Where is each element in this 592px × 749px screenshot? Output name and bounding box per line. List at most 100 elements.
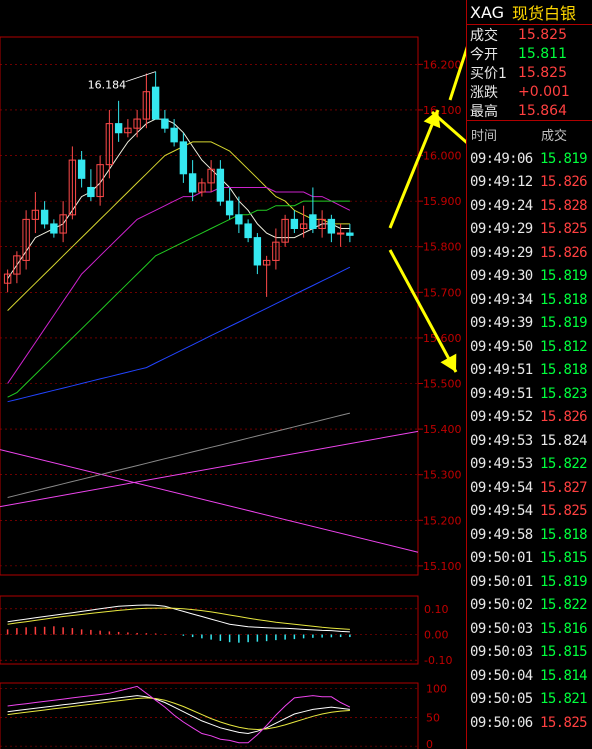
kdj-tick-label: 0 [426,738,433,749]
trade-row[interactable]: 09:49:52 15.826 [467,406,592,430]
candle-body [253,237,262,266]
candle-body [188,173,197,193]
candle-body [179,141,188,175]
trade-row[interactable]: 09:49:53 15.822 [467,453,592,477]
trade-row[interactable]: 09:49:50 15.812 [467,335,592,359]
kdj-j-line [7,685,351,744]
moving-average-line [7,200,350,398]
trade-row[interactable]: 09:50:01 15.819 [467,570,592,594]
trade-row[interactable]: 09:50:04 15.814 [467,664,592,688]
trade-time: 09:50:03 [470,644,533,661]
quote-label: 买价1 [470,65,507,82]
trade-row[interactable]: 09:49:29 15.825 [467,218,592,242]
time-column-label: 时间 [471,128,498,144]
trade-time: 09:50:02 [470,597,533,614]
trade-row[interactable]: 09:49:30 15.819 [467,265,592,289]
quote-value: 15.864 [518,102,567,119]
candle-body [309,214,317,229]
trade-row[interactable]: 09:49:39 15.819 [467,312,592,336]
kline-chart-area[interactable]: 16.200 16.100 16.000 15.900 15.800 15.700 15.6… [0,0,466,749]
quote-value: +0.001 [518,83,570,100]
quote-row: 买价1 15.825 [467,63,592,82]
trade-price: 15.819 [540,268,588,285]
trade-price: 15.814 [540,667,588,684]
trade-time: 09:49:39 [470,315,533,332]
main-tick-label: 15.700 [423,286,462,299]
candle-body [87,186,95,198]
trade-time: 09:49:29 [470,244,533,261]
trade-time: 09:49:53 [470,432,533,449]
trade-time: 09:50:04 [470,667,533,684]
main-tick-label: 16.000 [423,150,462,163]
main-tick-label: 15.400 [423,423,462,436]
trade-price: 15.826 [540,409,588,426]
symbol-code: XAG [470,2,505,22]
high-annotation-leader [125,71,156,83]
main-tick-label: 15.200 [423,514,462,527]
trade-time: 09:49:30 [470,268,533,285]
candle-body [170,127,178,143]
trade-row[interactable]: 09:49:54 15.825 [467,500,592,524]
quote-value: 15.825 [518,26,567,43]
trade-row[interactable]: 09:50:06 15.825 [467,711,592,735]
trade-row[interactable]: 09:49:12 15.826 [467,171,592,195]
quote-label: 最高 [470,103,498,120]
main-tick-label: 16.200 [423,58,462,71]
trade-row[interactable]: 09:50:01 15.815 [467,547,592,571]
trade-time: 09:49:06 [470,150,533,167]
trade-time: 09:49:54 [470,479,533,496]
quote-label: 今开 [470,46,498,63]
candle-body [225,200,234,216]
price-column-label: 成交 [541,128,568,144]
trade-price: 15.821 [540,691,588,708]
moving-average-line [7,187,351,384]
macd-tick-label: 0.10 [424,603,449,616]
trade-row[interactable]: 09:50:03 15.816 [467,617,592,641]
trade-price: 15.828 [540,197,588,214]
trade-price: 15.815 [540,550,588,567]
trade-row[interactable]: 09:49:34 15.818 [467,288,592,312]
trade-time: 09:49:53 [470,456,533,473]
trade-price: 15.815 [540,644,588,661]
candle-body [346,232,354,236]
trade-row[interactable]: 09:49:24 15.828 [467,194,592,218]
candle-body [235,214,243,225]
kdj-tick-label: 50 [426,711,440,724]
trade-row[interactable]: 09:49:06 15.819 [467,147,592,171]
trade-row[interactable]: 09:49:53 15.824 [467,429,592,453]
candle-body [161,118,169,129]
candle-body [327,218,336,234]
trade-time: 09:49:54 [470,503,533,520]
trade-row[interactable]: 09:50:02 15.822 [467,594,592,618]
trade-price: 15.818 [540,291,588,308]
chart-canvas[interactable]: 16.200 16.100 16.000 15.900 15.800 15.700 15.6… [0,0,466,749]
trade-time: 09:50:05 [470,691,533,708]
trade-row[interactable]: 09:49:51 15.823 [467,382,592,406]
main-tick-label: 16.100 [423,104,462,117]
trade-time: 09:49:34 [470,291,533,308]
kdj-frame [0,682,419,749]
trade-price: 15.822 [540,597,588,614]
trade-row[interactable]: 09:49:58 15.818 [467,523,592,547]
trade-row[interactable]: 09:50:03 15.815 [467,641,592,665]
trade-time: 09:50:01 [470,550,533,567]
trade-row[interactable]: 09:50:05 15.821 [467,688,592,712]
main-frame [0,36,419,576]
main-tick-label: 15.500 [423,378,462,391]
trade-row[interactable]: 09:49:29 15.826 [467,241,592,265]
trade-row[interactable]: 09:49:51 15.818 [467,359,592,383]
trade-row[interactable]: 09:49:54 15.827 [467,476,592,500]
macd-tick-label: 0.00 [424,628,449,641]
main-tick-label: 15.600 [423,332,462,345]
kdj-k-line [7,695,350,735]
trade-time: 09:49:24 [470,197,533,214]
trade-time: 09:50:06 [470,714,533,731]
quote-row: 最高 15.864 [467,101,592,120]
trend-line [0,430,419,508]
macd-dea-line [7,607,350,630]
trade-price: 15.827 [540,479,588,496]
trade-time: 09:49:52 [470,409,533,426]
candle-body [40,209,49,225]
quote-row: 涨跌 +0.001 [467,82,592,101]
trade-ticker-list[interactable]: 09:49:06 15.819 09:49:12 15.826 09:49:24 15.8… [467,147,592,735]
